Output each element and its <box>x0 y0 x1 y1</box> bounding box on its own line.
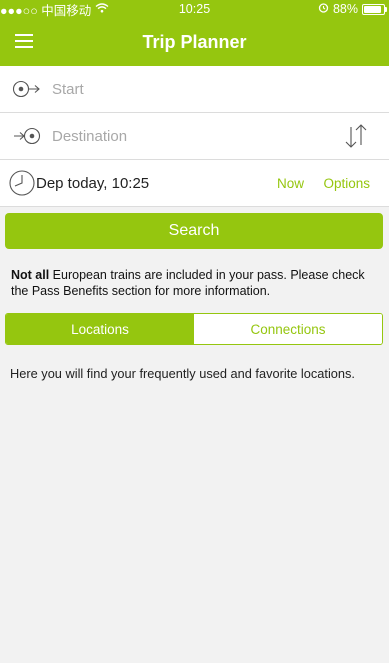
carrier-label: ●●●○○ 中国移动 <box>0 3 92 18</box>
search-button[interactable]: Search <box>5 213 383 249</box>
departure-row[interactable]: Dep today, 10:25 Now Options <box>0 160 389 207</box>
start-location-icon <box>0 66 52 112</box>
notice-text: European trains are included in your pas… <box>11 268 365 298</box>
page-title: Trip Planner <box>142 31 247 52</box>
swap-icon[interactable] <box>343 122 369 150</box>
nav-bar: Trip Planner <box>0 18 389 66</box>
now-button[interactable]: Now <box>277 176 304 191</box>
tab-locations[interactable]: Locations <box>6 314 194 344</box>
wifi-icon <box>95 2 109 16</box>
destination-input[interactable]: Destination <box>52 128 127 145</box>
departure-time[interactable]: Dep today, 10:25 <box>36 175 149 192</box>
app-header: ●●●○○ 中国移动 10:25 88% Trip Planner <box>0 0 389 66</box>
locations-info: Here you will find your frequently used … <box>10 366 355 381</box>
trip-form: Start Destination Dep today, 10:25 Now O… <box>0 66 389 207</box>
destination-location-icon <box>0 113 52 159</box>
battery-percent: 88% <box>332 2 358 16</box>
alarm-icon <box>318 2 329 16</box>
options-button[interactable]: Options <box>323 176 370 191</box>
notice-bold: Not all <box>11 268 50 282</box>
battery-icon <box>362 3 387 15</box>
segmented-control: Locations Connections <box>5 313 383 345</box>
tab-connections[interactable]: Connections <box>194 314 382 344</box>
destination-row[interactable]: Destination <box>0 113 389 160</box>
pass-notice: Not all European trains are included in … <box>11 267 381 299</box>
menu-icon[interactable] <box>15 34 33 48</box>
start-row[interactable]: Start <box>0 66 389 113</box>
status-bar: ●●●○○ 中国移动 10:25 88% <box>0 0 389 18</box>
start-input[interactable]: Start <box>52 81 84 98</box>
